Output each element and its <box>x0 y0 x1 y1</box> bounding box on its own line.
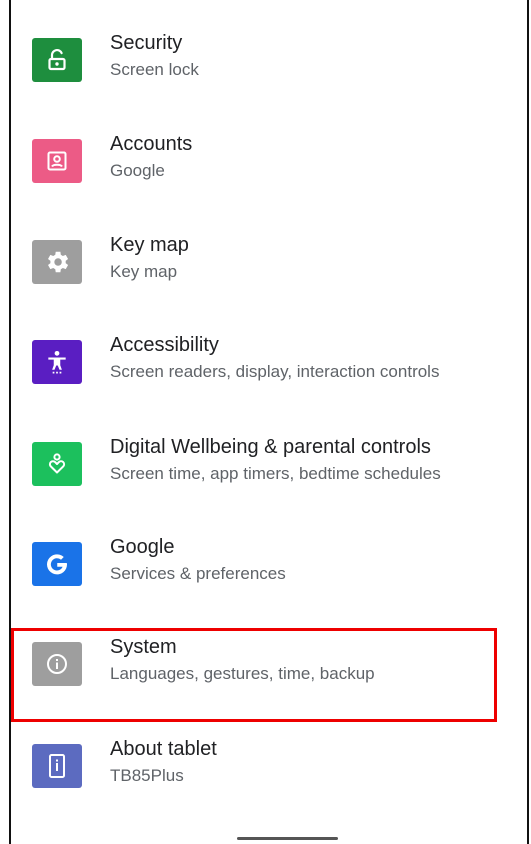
settings-item-subtitle: Services & preferences <box>110 564 286 583</box>
settings-item-title: Digital Wellbeing & parental controls <box>110 436 431 458</box>
settings-item-system[interactable]: System Languages, gestures, time, backup <box>11 614 527 714</box>
tablet-info-icon <box>32 744 82 788</box>
settings-item-subtitle: Screen time, app timers, bedtime schedul… <box>110 464 441 483</box>
settings-item-subtitle: Google <box>110 161 165 180</box>
settings-item-security[interactable]: Security Screen lock <box>11 10 527 110</box>
settings-item-accessibility[interactable]: Accessibility Screen readers, display, i… <box>11 312 527 412</box>
settings-item-google[interactable]: Google Services & preferences <box>11 514 527 614</box>
settings-item-subtitle: Key map <box>110 262 178 281</box>
accessibility-icon <box>32 340 82 384</box>
settings-item-title: Security <box>110 32 183 54</box>
settings-item-title: About tablet <box>110 738 217 760</box>
settings-item-subtitle: Screen lock <box>110 60 199 79</box>
google-g-icon <box>32 542 82 586</box>
settings-item-title: Key map <box>110 234 189 256</box>
settings-item-title: System <box>110 636 177 658</box>
gesture-nav-bar[interactable] <box>237 837 338 840</box>
settings-item-key-map[interactable]: Key map Key map <box>11 212 527 312</box>
settings-item-subtitle: Languages, gestures, time, backup <box>110 664 375 683</box>
wellbeing-heart-icon <box>32 442 82 486</box>
settings-item-subtitle: TB85Plus <box>110 766 184 785</box>
settings-item-about-tablet[interactable]: About tablet TB85Plus <box>11 716 527 816</box>
settings-item-title: Accessibility <box>110 334 219 356</box>
settings-item-title: Google <box>110 536 175 558</box>
lock-open-icon <box>32 38 82 82</box>
info-icon <box>32 642 82 686</box>
settings-item-title: Accounts <box>110 133 193 155</box>
account-box-icon <box>32 139 82 183</box>
settings-item-digital-wellbeing[interactable]: Digital Wellbeing & parental controls Sc… <box>11 414 527 514</box>
settings-item-subtitle: Screen readers, display, interaction con… <box>110 362 440 381</box>
gear-icon <box>32 240 82 284</box>
settings-item-accounts[interactable]: Accounts Google <box>11 111 527 211</box>
